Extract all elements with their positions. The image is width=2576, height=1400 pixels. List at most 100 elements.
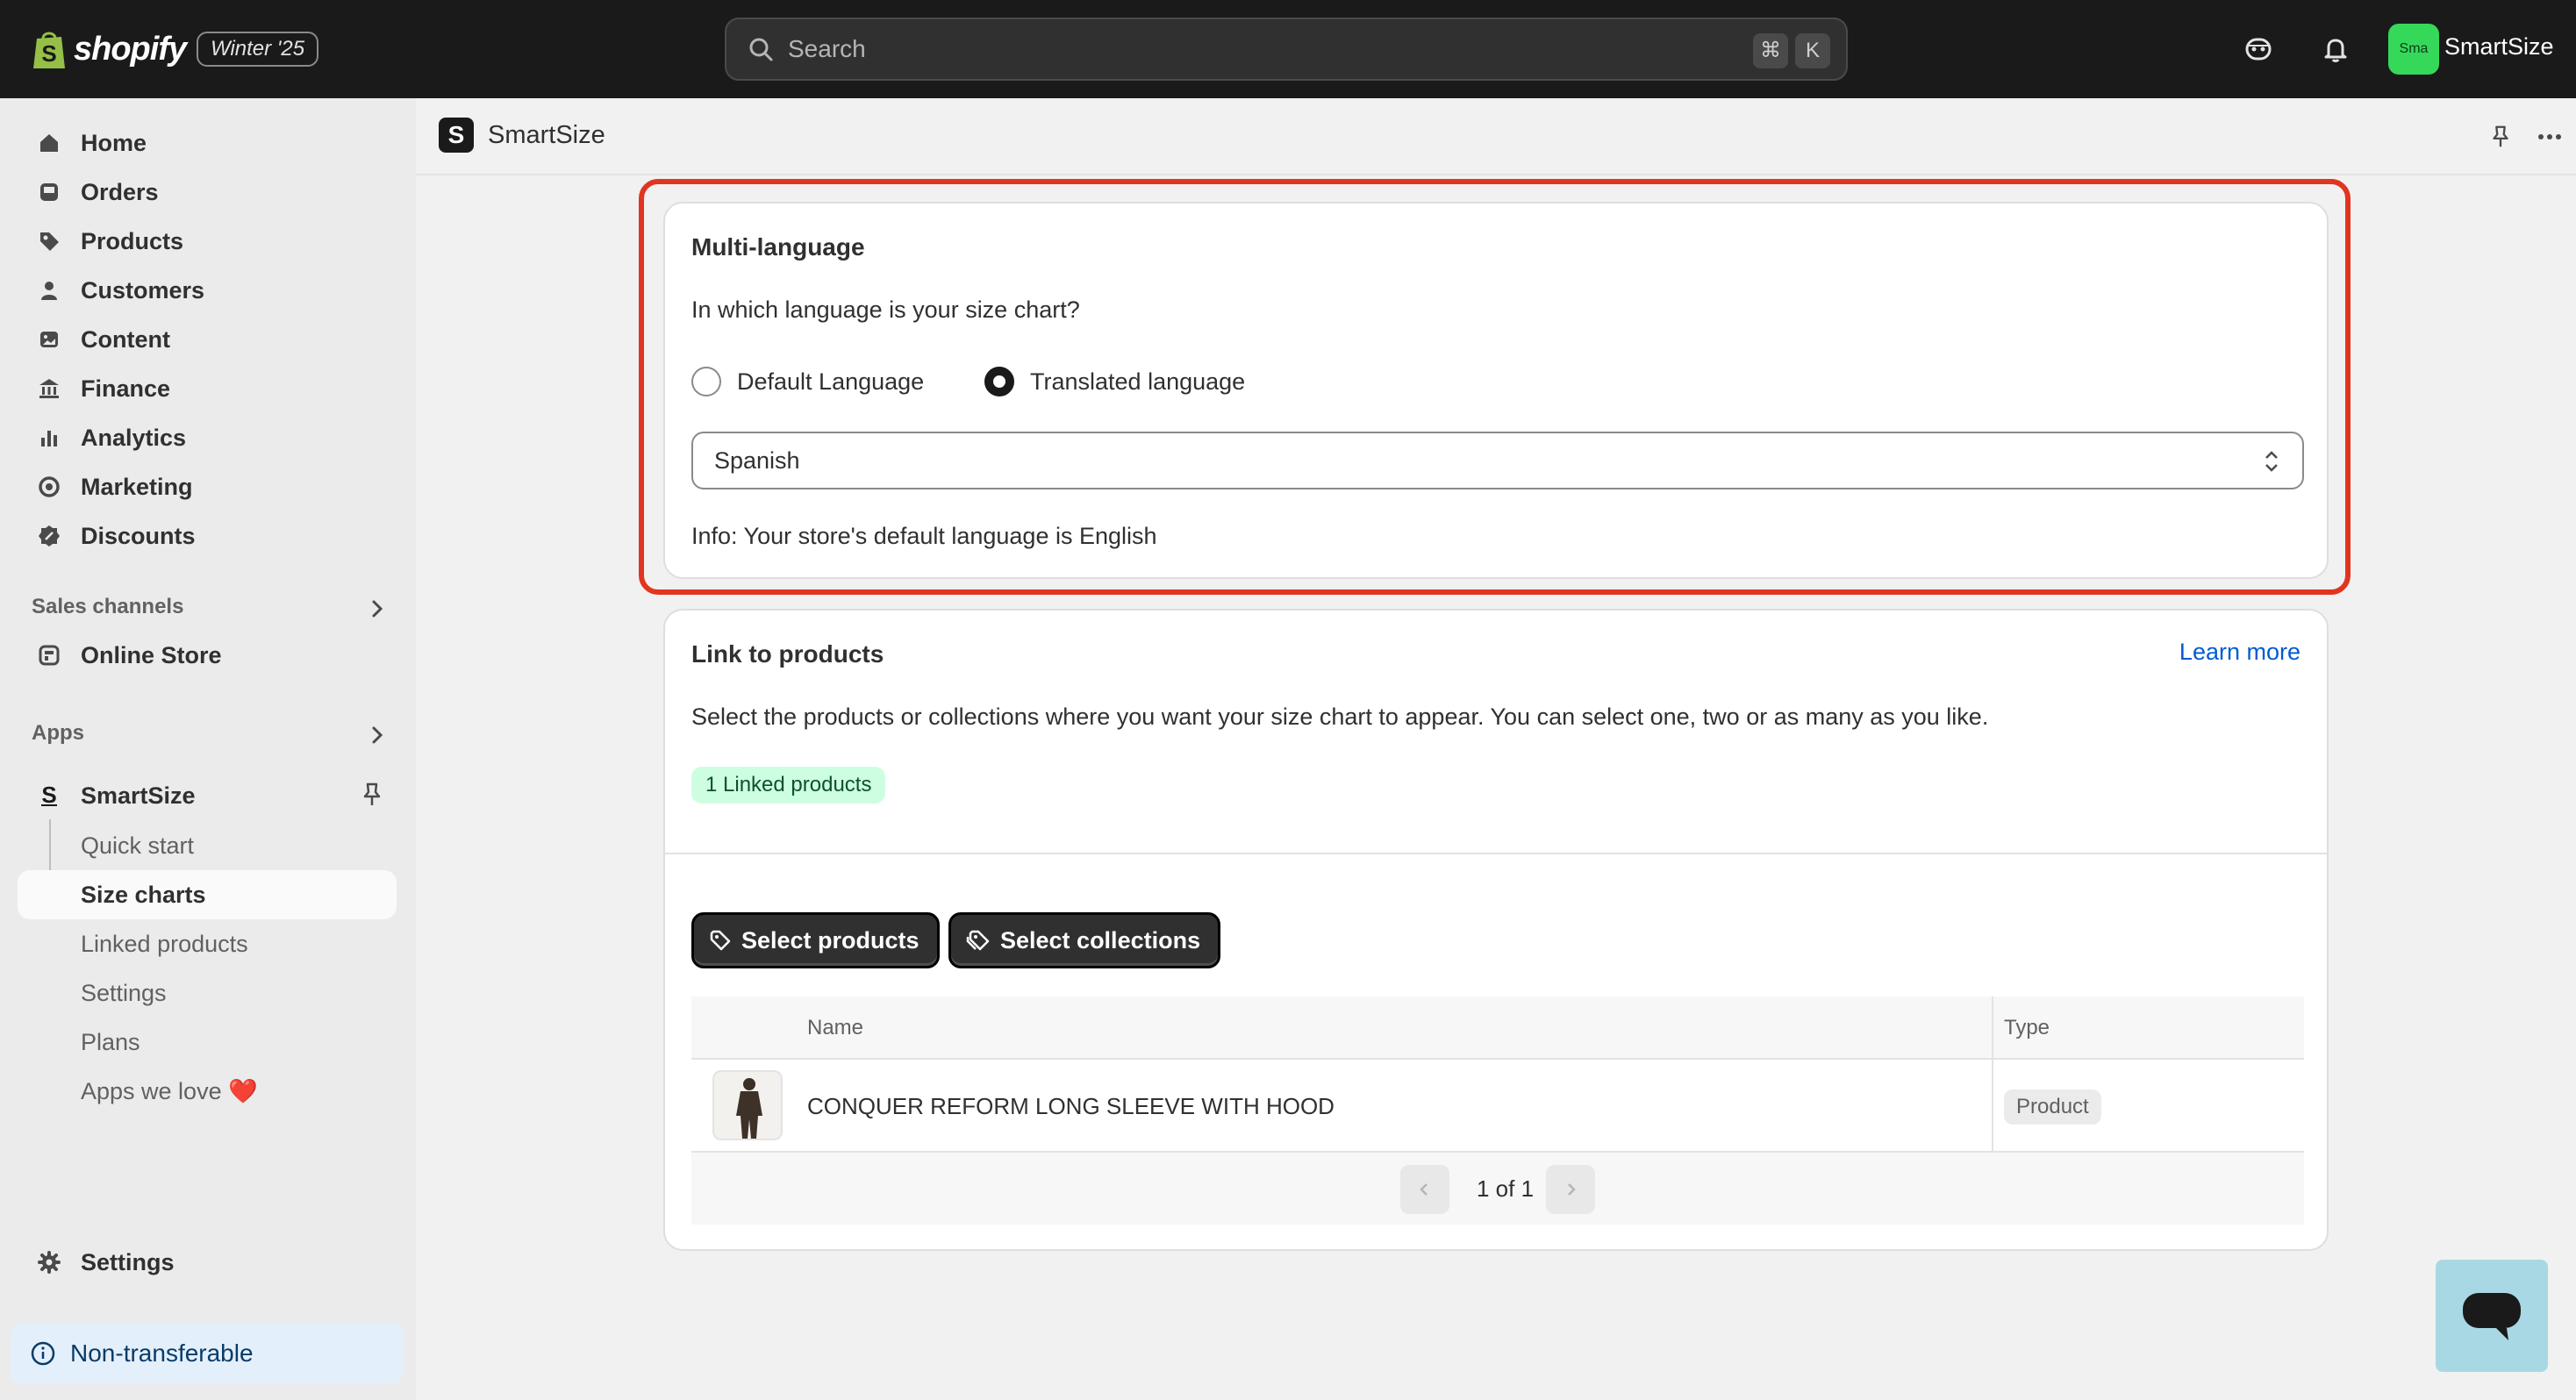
- sidebar-subitem-quick-start[interactable]: Quick start: [18, 821, 397, 870]
- sidebar-item-discounts[interactable]: Discounts: [18, 512, 397, 560]
- learn-more-link[interactable]: Learn more: [2179, 639, 2301, 666]
- pagination-label: 1 of 1: [1477, 1175, 1535, 1202]
- shortcut-command-key: ⌘: [1753, 33, 1788, 68]
- sidebar-item-label: Discounts: [81, 522, 196, 549]
- table-header-row: Name Type: [691, 996, 2304, 1060]
- sidebar-item-label: Orders: [81, 178, 159, 205]
- store-icon: [35, 641, 63, 669]
- radio-translated-language-label[interactable]: Translated language: [1030, 368, 1245, 396]
- apps-heading[interactable]: Apps: [32, 721, 84, 746]
- link-products-card: Link to products Learn more Select the p…: [663, 609, 2329, 1251]
- chevron-right-icon[interactable]: [365, 723, 390, 747]
- chevron-right-icon: [1568, 1183, 1576, 1196]
- bar-chart-icon: [35, 424, 63, 452]
- chevron-left-icon: [1420, 1183, 1428, 1196]
- sidebar-item-orders[interactable]: Orders: [18, 168, 397, 216]
- sidebar-subitem-linked-products[interactable]: Linked products: [18, 919, 397, 968]
- more-actions-icon[interactable]: [2530, 118, 2569, 156]
- svg-text:S: S: [41, 783, 56, 808]
- sidebar-item-finance[interactable]: Finance: [18, 365, 397, 412]
- sidebar-item-smartsize[interactable]: S SmartSize: [18, 772, 397, 819]
- sidebar-subitem-settings[interactable]: Settings: [18, 968, 397, 1018]
- sidebar-item-label: SmartSize: [81, 782, 196, 809]
- select-products-button[interactable]: Select products: [691, 912, 940, 968]
- chevron-right-icon[interactable]: [365, 596, 390, 621]
- tag-icon: [35, 227, 63, 255]
- pin-icon[interactable]: [358, 781, 386, 809]
- column-header-type[interactable]: Type: [2004, 1016, 2050, 1040]
- sidebar-subitem-plans[interactable]: Plans: [18, 1018, 397, 1067]
- pagination: 1 of 1: [691, 1153, 2304, 1225]
- multi-language-card: Multi-language In which language is your…: [663, 202, 2329, 579]
- radio-translated-language[interactable]: [984, 367, 1014, 396]
- pin-icon[interactable]: [2481, 118, 2520, 156]
- radio-default-language[interactable]: [691, 367, 721, 396]
- sales-channels-heading[interactable]: Sales channels: [32, 595, 183, 619]
- sidebar-item-label: Home: [81, 129, 147, 156]
- sidebar-item-label: Products: [81, 227, 184, 254]
- language-select-value: Spanish: [714, 447, 800, 474]
- sidebar-item-label: Marketing: [81, 473, 193, 500]
- type-badge: Product: [2004, 1089, 2101, 1125]
- column-header-name[interactable]: Name: [807, 1016, 863, 1040]
- shopify-bag-icon: S: [33, 32, 65, 68]
- bank-icon: [35, 375, 63, 403]
- svg-text:S: S: [41, 40, 56, 67]
- default-language-info: Info: Your store's default language is E…: [691, 523, 1157, 549]
- sidebar-item-settings[interactable]: Settings: [18, 1239, 397, 1286]
- chat-widget-button[interactable]: [2436, 1260, 2548, 1372]
- avatar[interactable]: Sma: [2388, 24, 2439, 75]
- column-separator: [1992, 996, 1993, 1153]
- sidebar-subitem-apps-we-love[interactable]: Apps we love ❤️: [18, 1067, 397, 1116]
- sidebar-item-home[interactable]: Home: [18, 119, 397, 167]
- select-chevrons-icon: [2265, 451, 2278, 472]
- link-products-description: Select the products or collections where…: [691, 704, 1989, 730]
- target-icon: [35, 473, 63, 501]
- search-placeholder: Search: [788, 35, 866, 62]
- image-icon: [35, 325, 63, 354]
- app-header: S SmartSize: [416, 98, 2576, 175]
- store-name[interactable]: SmartSize: [2444, 33, 2554, 61]
- product-thumbnail: [712, 1070, 783, 1140]
- sidebar-item-online-store[interactable]: Online Store: [18, 632, 397, 679]
- sidebar-item-label: Content: [81, 325, 170, 353]
- sidebar-item-marketing[interactable]: Marketing: [18, 463, 397, 511]
- sidekick-icon[interactable]: [2239, 30, 2278, 68]
- top-bar: S shopify Winter '25 Search ⌘ K Sma Smar…: [0, 0, 2576, 98]
- sidebar-subitem-size-charts[interactable]: Size charts: [18, 870, 397, 919]
- sidebar-item-analytics[interactable]: Analytics: [18, 414, 397, 461]
- app-title: SmartSize: [488, 121, 605, 149]
- linked-products-table: Name Type CONQUER REFORM LONG SLEEVE WIT…: [691, 996, 2304, 1225]
- language-select[interactable]: Spanish: [691, 432, 2304, 489]
- sidebar-item-customers[interactable]: Customers: [18, 267, 397, 314]
- divider: [665, 853, 2327, 854]
- shopify-logo[interactable]: S shopify: [32, 25, 187, 74]
- home-icon: [35, 129, 63, 157]
- shortcut-k-key: K: [1795, 33, 1830, 68]
- sidebar-item-label: Finance: [81, 375, 171, 402]
- linked-products-badge: 1 Linked products: [691, 767, 886, 804]
- info-icon: [31, 1341, 55, 1366]
- select-collections-button[interactable]: Select collections: [948, 912, 1221, 968]
- select-collections-label: Select collections: [1000, 926, 1201, 954]
- search-bar[interactable]: Search ⌘ K: [725, 18, 1848, 81]
- sidebar-item-products[interactable]: Products: [18, 218, 397, 265]
- inbox-icon: [35, 178, 63, 206]
- sidebar-item-label: Analytics: [81, 424, 187, 451]
- table-row[interactable]: CONQUER REFORM LONG SLEEVE WITH HOOD Pro…: [691, 1060, 2304, 1153]
- non-transferable-banner[interactable]: Non-transferable: [11, 1323, 404, 1384]
- previous-page-button[interactable]: [1400, 1165, 1449, 1214]
- smartsize-logo-icon: S: [35, 782, 63, 810]
- sidebar-item-content[interactable]: Content: [18, 316, 397, 363]
- non-transferable-label: Non-transferable: [70, 1339, 254, 1367]
- edition-badge[interactable]: Winter '25: [197, 32, 319, 67]
- search-icon: [749, 38, 773, 61]
- sidebar-item-label: Customers: [81, 276, 205, 304]
- next-page-button[interactable]: [1546, 1165, 1595, 1214]
- product-name: CONQUER REFORM LONG SLEEVE WITH HOOD: [807, 1093, 1335, 1119]
- radio-default-language-label[interactable]: Default Language: [737, 368, 924, 396]
- gear-icon: [35, 1248, 63, 1276]
- tag-icon: [710, 930, 731, 951]
- chat-icon: [2463, 1293, 2521, 1340]
- bell-icon[interactable]: [2316, 30, 2355, 68]
